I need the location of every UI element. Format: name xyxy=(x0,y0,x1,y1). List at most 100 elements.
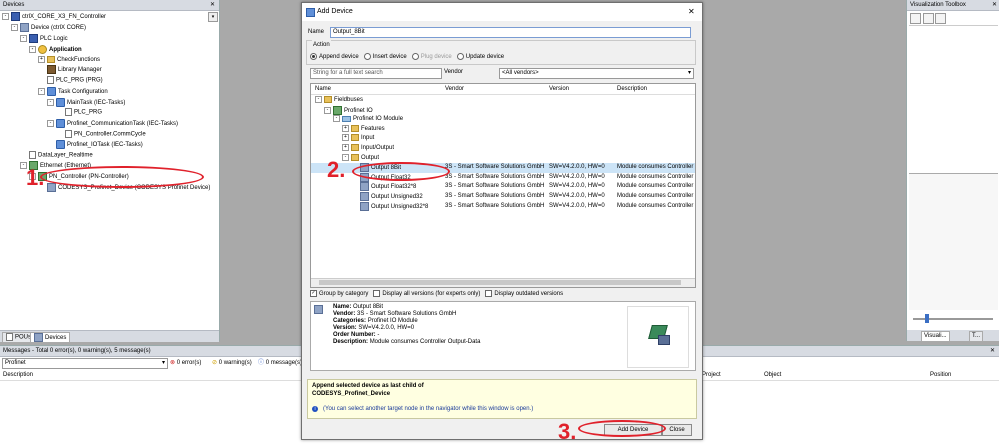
collapse-icon[interactable]: - xyxy=(38,87,45,95)
collapse-icon[interactable]: - xyxy=(11,23,18,31)
expand-icon[interactable]: + xyxy=(342,124,349,132)
error-icon: ⊗ xyxy=(170,360,176,366)
catalog-row[interactable]: Output Unsigned32*8 3S - Smart Software S… xyxy=(311,201,695,212)
errors-filter-button[interactable]: ⊗ 0 error(s) xyxy=(170,358,201,368)
device-tree-item[interactable]: DataLayer_Realtime xyxy=(2,150,212,161)
device-tree-item[interactable]: - ctrlX_CORE_X3_FN_Controller xyxy=(2,12,212,23)
catalog-horizontal-scrollbar[interactable] xyxy=(311,278,695,287)
column-project[interactable]: Project xyxy=(702,370,721,380)
device-tree-item[interactable]: Profinet_IOTask (IEC-Tasks) xyxy=(2,140,212,151)
vendor-select[interactable]: <All vendors> ▾ xyxy=(499,68,694,79)
close-icon[interactable]: ✕ xyxy=(992,0,997,10)
device-tree-item[interactable]: + CheckFunctions xyxy=(2,55,212,66)
zoom-slider[interactable] xyxy=(913,314,993,323)
expand-icon[interactable]: + xyxy=(342,134,349,142)
gear-icon xyxy=(38,44,47,54)
catalog-row[interactable]: - Fieldbuses xyxy=(311,96,695,106)
toolbox-tool-icon[interactable] xyxy=(922,13,934,24)
tab-toolbox-secondary[interactable]: T... xyxy=(969,331,984,342)
hint-box: Append selected device as last child of … xyxy=(307,379,697,419)
step-3-highlight xyxy=(578,420,666,437)
name-input[interactable]: Output_8Bit xyxy=(330,27,691,38)
dev-icon xyxy=(360,191,369,201)
device-tree-item[interactable]: - Application xyxy=(2,44,212,56)
close-icon[interactable]: ✕ xyxy=(990,346,995,356)
toolbox-tool-icon[interactable] xyxy=(910,13,921,24)
radio-icon xyxy=(310,52,317,60)
catalog-row[interactable]: - Profinet IO Module xyxy=(311,115,695,125)
dialog-close-icon[interactable]: ✕ xyxy=(688,7,695,16)
catalog-description-cell: Module consumes Controller Ou xyxy=(617,183,696,190)
device-tree-item[interactable]: - PLC Logic xyxy=(2,33,212,45)
collapse-icon[interactable]: - xyxy=(2,13,9,20)
collapse-icon[interactable]: - xyxy=(324,106,331,114)
device-tree-item-label: Profinet_IOTask (IEC-Tasks) xyxy=(67,142,143,149)
messages-filter-button[interactable]: ⓘ 0 message(s) xyxy=(258,358,302,368)
column-version[interactable]: Version xyxy=(549,84,569,94)
collapse-icon[interactable]: - xyxy=(315,96,322,103)
action-radio-append-device[interactable]: Append device xyxy=(310,52,359,60)
folder-icon xyxy=(351,134,359,142)
hint-note: i (You can select another target node in … xyxy=(312,404,533,414)
column-name[interactable]: Name xyxy=(315,84,331,94)
hint-line2: CODESYS_Profinet_Device xyxy=(312,391,391,397)
collapse-icon[interactable]: - xyxy=(29,45,36,53)
column-description[interactable]: Description xyxy=(617,84,647,94)
catalog-row[interactable]: Output Unsigned32 3S - Smart Software Sol… xyxy=(311,191,695,202)
collapse-icon[interactable]: - xyxy=(47,98,54,106)
device-tree-item[interactable]: - MainTask (IEC-Tasks) xyxy=(2,97,212,109)
expand-icon[interactable]: + xyxy=(342,143,349,151)
messages-filter-select[interactable]: Profinet ▾ xyxy=(2,358,168,369)
eth-icon xyxy=(333,105,342,115)
device-tree-item[interactable]: PN_Controller.CommCycle xyxy=(2,129,212,140)
folder-icon xyxy=(351,124,359,132)
device-tree-item[interactable]: Library Manager xyxy=(2,65,212,76)
tab-devices[interactable]: Devices xyxy=(30,332,71,343)
tab-visualization[interactable]: Visuali... xyxy=(921,331,950,342)
folder-icon xyxy=(351,153,359,161)
action-radio-insert-device[interactable]: Insert device xyxy=(363,52,407,60)
page-icon xyxy=(65,108,72,117)
step-1-highlight xyxy=(40,166,204,188)
catalog-row[interactable]: - Profinet IO xyxy=(311,105,695,116)
catalog-row[interactable]: Output Float32*8 3S - Smart Software Solu… xyxy=(311,182,695,192)
catalog-description-cell: Module consumes Controller Ou xyxy=(617,173,696,180)
column-description[interactable]: Description xyxy=(3,370,33,380)
task-icon xyxy=(56,140,65,149)
catalog-row[interactable]: + Input xyxy=(311,134,695,144)
zoom-slider-thumb[interactable] xyxy=(925,314,929,323)
scrollbar-thumb[interactable] xyxy=(319,280,681,285)
action-radio-plug-device: Plug device xyxy=(411,52,452,60)
column-position[interactable]: Position xyxy=(930,370,951,380)
collapse-icon[interactable]: - xyxy=(20,34,27,42)
device-tree-item-label: CheckFunctions xyxy=(57,56,101,63)
devices-icon xyxy=(34,333,43,342)
option-checkbox[interactable]: Display outdated versions xyxy=(485,289,563,297)
catalog-row[interactable]: - Output xyxy=(311,153,695,164)
dev-icon xyxy=(20,22,29,32)
collapse-icon[interactable]: - xyxy=(333,115,340,123)
device-tree-item[interactable]: - Profinet_CommunicationTask (IEC-Tasks) xyxy=(2,118,212,130)
option-checkbox[interactable]: Display all versions (for experts only) xyxy=(373,289,480,297)
collapse-icon[interactable]: - xyxy=(47,119,54,127)
column-vendor[interactable]: Vendor xyxy=(445,84,464,94)
catalog-vendor-cell: 3S - Smart Software Solutions GmbH xyxy=(445,183,545,190)
device-tree-item[interactable]: - Task Configuration xyxy=(2,86,212,98)
warnings-filter-button[interactable]: ⊘ 0 warning(s) xyxy=(212,358,252,368)
close-button[interactable]: Close xyxy=(662,424,692,436)
catalog-vendor-cell: 3S - Smart Software Solutions GmbH xyxy=(445,173,545,180)
catalog-row[interactable]: + Input/Output xyxy=(311,143,695,154)
toolbox-image-icon[interactable] xyxy=(935,13,947,24)
close-icon[interactable]: ✕ xyxy=(210,0,215,10)
catalog-row[interactable]: + Features xyxy=(311,124,695,135)
option-checkbox[interactable]: ✓ Group by category xyxy=(310,289,368,297)
device-tree-item[interactable]: PLC_PRG (PRG) xyxy=(2,76,212,86)
action-radio-update-device[interactable]: Update device xyxy=(456,52,504,60)
column-object[interactable]: Object xyxy=(764,370,781,380)
expand-icon[interactable]: + xyxy=(38,55,45,63)
device-tree-item[interactable]: PLC_PRG xyxy=(2,108,212,118)
device-tree-item[interactable]: - Device (ctrlX CORE) xyxy=(2,22,212,34)
book-icon xyxy=(47,65,56,75)
pou-icon xyxy=(6,333,13,341)
full-text-search-input[interactable]: String for a full text search xyxy=(310,68,442,79)
